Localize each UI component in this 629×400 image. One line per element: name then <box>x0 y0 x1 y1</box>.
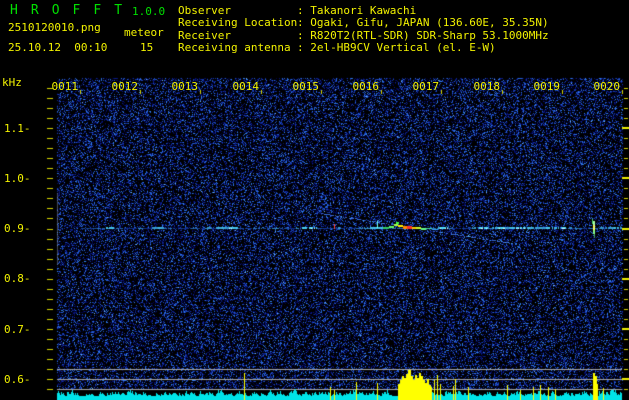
antenna-label: Receiving antenna <box>178 41 291 55</box>
time-tick-label-0012: 0012 <box>111 80 139 93</box>
app-version: 1.0.0 <box>132 5 166 18</box>
spectrogram-canvas <box>0 0 629 400</box>
info-row-antenna: Receiving antenna: 2el-HB9CV Vertical (e… <box>178 41 549 55</box>
observation-datetime: 25.10.12 00:10 <box>8 41 108 54</box>
time-tick-label-0013: 0013 <box>171 80 199 93</box>
time-tick-label-0019: 0019 <box>533 80 561 93</box>
time-tick-label-0011: 0011 <box>51 80 79 93</box>
y-axis-unit-label: kHz <box>2 76 22 89</box>
time-tick-label-0018: 0018 <box>473 80 501 93</box>
station-info: Observer: Takanori Kawachi Receiving Loc… <box>178 4 549 55</box>
mode-label: meteor <box>124 26 164 39</box>
time-tick-label-0014: 0014 <box>232 80 260 93</box>
antenna-value: 2el-HB9CV Vertical (el. E-W) <box>310 41 496 55</box>
freq-tick-label-0.8: 0.8- <box>4 272 31 285</box>
freq-tick-label-0.7: 0.7- <box>4 323 31 336</box>
time-tick-label-0017: 0017 <box>412 80 440 93</box>
freq-tick-label-0.6: 0.6- <box>4 373 31 386</box>
freq-tick-label-1.1: 1.1- <box>4 122 31 135</box>
app-title: H R O F F T <box>10 3 125 18</box>
time-tick-label-0015: 0015 <box>292 80 320 93</box>
freq-tick-label-1: 1.0- <box>4 172 31 185</box>
output-filename: 2510120010.png <box>8 21 101 34</box>
time-tick-label-0020: 0020 <box>593 80 621 93</box>
separator: : <box>297 41 311 55</box>
time-tick-label-0016: 0016 <box>352 80 380 93</box>
hrofft-screen: H R O F F T 1.0.0 2510120010.png meteor … <box>0 0 629 400</box>
echo-count: 15 <box>140 41 154 54</box>
freq-tick-label-0.9: 0.9- <box>4 222 31 235</box>
